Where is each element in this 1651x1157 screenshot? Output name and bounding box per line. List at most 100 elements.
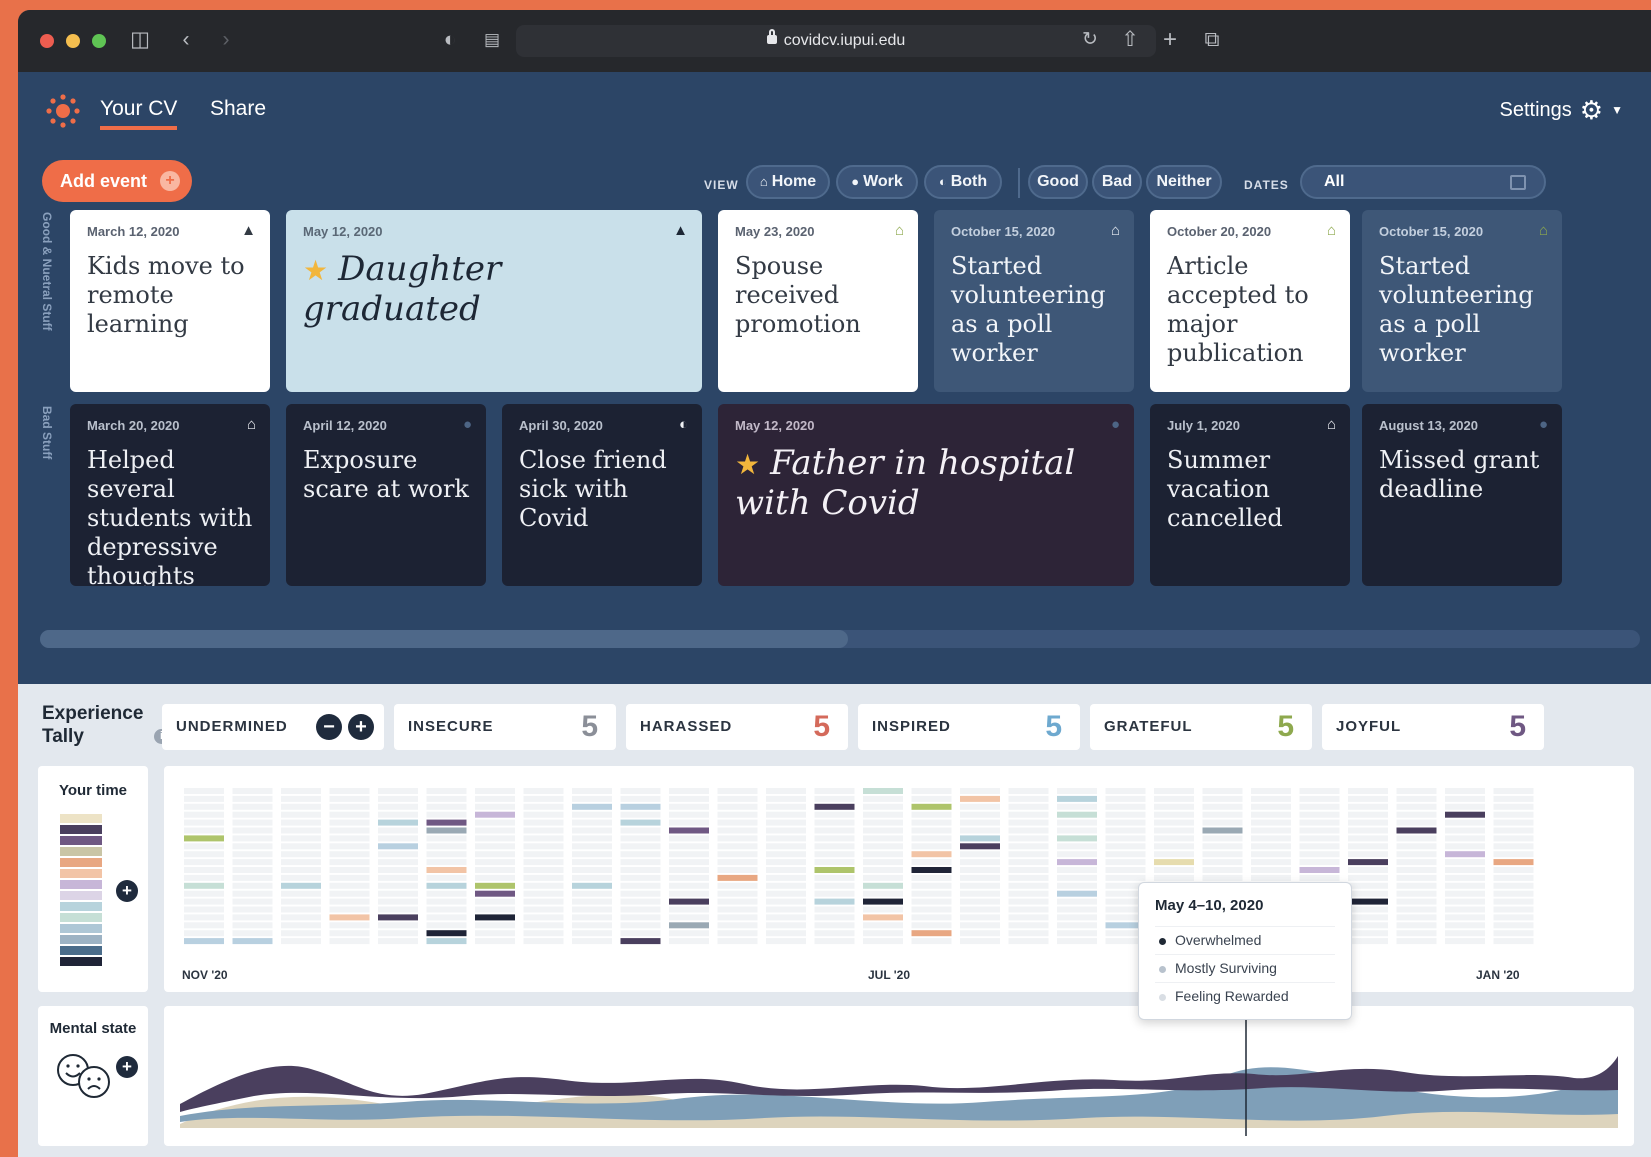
filter-good-button[interactable]: Good bbox=[1028, 165, 1088, 199]
reload-icon[interactable]: ↻ bbox=[1076, 26, 1104, 54]
heatmap-cell bbox=[378, 851, 418, 858]
heatmap-cell bbox=[426, 930, 467, 937]
forward-icon[interactable]: › bbox=[212, 26, 240, 54]
event-card[interactable]: April 12, 2020 ● Exposure scare at work bbox=[286, 404, 486, 586]
minimize-window-button[interactable] bbox=[66, 34, 80, 48]
event-card[interactable]: October 15, 2020 ⌂ Started volunteering … bbox=[934, 210, 1134, 392]
scrollbar-thumb[interactable] bbox=[40, 630, 848, 648]
address-bar[interactable]: covidcv.iupui.edu bbox=[516, 25, 1156, 57]
tally-joyful[interactable]: JOYFUL 5 bbox=[1322, 704, 1544, 750]
event-card[interactable]: March 20, 2020 ⌂ Helped several students… bbox=[70, 404, 270, 586]
heatmap-cell bbox=[523, 882, 564, 889]
heatmap-cell bbox=[184, 882, 224, 889]
heatmap-cell bbox=[232, 827, 273, 834]
back-icon[interactable]: ‹ bbox=[172, 26, 200, 54]
heatmap-cell bbox=[329, 843, 370, 850]
tab-share[interactable]: Share bbox=[210, 94, 266, 124]
heatmap-cell bbox=[863, 843, 903, 850]
heatmap-cell bbox=[669, 898, 709, 905]
event-card[interactable]: October 20, 2020 ⌂ Article accepted to m… bbox=[1150, 210, 1350, 392]
add-mental-state-button[interactable]: + bbox=[116, 1056, 138, 1078]
heatmap-cell bbox=[281, 859, 321, 866]
heatmap-cell bbox=[1445, 835, 1485, 842]
heatmap-cell bbox=[863, 819, 903, 826]
mental-state-stream[interactable] bbox=[164, 1006, 1634, 1146]
heatmap-cell bbox=[766, 874, 806, 881]
heatmap-cell bbox=[329, 811, 370, 818]
heatmap-cell bbox=[717, 851, 758, 858]
new-tab-icon[interactable]: + bbox=[1156, 26, 1184, 54]
settings-menu[interactable]: Settings ⚙ ▼ bbox=[1500, 96, 1623, 124]
legend-swatch bbox=[60, 902, 102, 911]
heatmap-cell bbox=[572, 874, 612, 881]
sidebar-toggle-icon[interactable]: ◫ bbox=[126, 26, 154, 54]
browser-window: ◫ ‹ › ◐ ▤ covidcv.iupui.edu ↻ ⇧ + ⧉ Your… bbox=[18, 10, 1651, 1157]
tally-insecure[interactable]: INSECURE 5 bbox=[394, 704, 616, 750]
heatmap-cell bbox=[1057, 835, 1097, 842]
share-icon[interactable]: ⇧ bbox=[1116, 26, 1144, 54]
event-card[interactable]: May 23, 2020 ⌂ Spouse received promotion bbox=[718, 210, 918, 392]
home-icon: ⌂ bbox=[894, 222, 904, 239]
add-event-button[interactable]: Add event + bbox=[42, 160, 192, 202]
heatmap-cell bbox=[766, 819, 806, 826]
heatmap-cell bbox=[1008, 874, 1049, 881]
heatmap-cell bbox=[1299, 874, 1340, 881]
filter-bad-button[interactable]: Bad bbox=[1092, 165, 1142, 199]
heatmap-cell bbox=[329, 867, 370, 873]
heatmap-cell bbox=[329, 906, 370, 913]
heatmap-cell bbox=[911, 811, 952, 818]
filter-neither-button[interactable]: Neither bbox=[1146, 165, 1222, 199]
heatmap-cell bbox=[863, 788, 903, 794]
event-card[interactable]: October 15, 2020 ⌂ Started volunteering … bbox=[1362, 210, 1562, 392]
decrement-button[interactable]: − bbox=[316, 714, 342, 740]
increment-button[interactable]: + bbox=[348, 714, 374, 740]
heatmap-cell bbox=[1396, 882, 1437, 889]
heatmap-cell bbox=[232, 906, 273, 913]
heatmap-cell bbox=[184, 914, 224, 921]
heatmap-cell bbox=[1057, 938, 1097, 945]
event-card-starred[interactable]: May 12, 2020 ● ★ Father in hospital with … bbox=[718, 404, 1134, 586]
dates-select[interactable]: All bbox=[1300, 165, 1546, 199]
heatmap-cell bbox=[281, 914, 321, 921]
heatmap-cell bbox=[814, 827, 855, 834]
legend-swatch bbox=[60, 814, 102, 823]
heatmap-cell bbox=[378, 890, 418, 897]
view-home-button[interactable]: ⌂ Home bbox=[746, 165, 830, 199]
heatmap-cell bbox=[960, 882, 1000, 889]
tally-harassed[interactable]: HARASSED 5 bbox=[626, 704, 848, 750]
heatmap-cell bbox=[766, 851, 806, 858]
add-time-button[interactable]: + bbox=[116, 880, 138, 902]
heatmap-cell bbox=[669, 930, 709, 937]
event-card[interactable]: August 13, 2020 ● Missed grant deadline bbox=[1362, 404, 1562, 586]
event-card-starred[interactable]: May 12, 2020 ▲ ★ Daughter graduated bbox=[286, 210, 702, 392]
heatmap-cell bbox=[426, 835, 467, 842]
reader-icon[interactable]: ▤ bbox=[478, 26, 506, 54]
heatmap-cell bbox=[572, 803, 612, 810]
heatmap-cell bbox=[814, 867, 855, 873]
tally-inspired[interactable]: INSPIRED 5 bbox=[858, 704, 1080, 750]
heatmap-cell bbox=[232, 851, 273, 858]
view-both-button[interactable]: ◐ Both bbox=[924, 165, 1002, 199]
view-work-button[interactable]: ● Work bbox=[836, 165, 918, 199]
event-card[interactable]: April 30, 2020 ◐ Close friend sick with … bbox=[502, 404, 702, 586]
heatmap-cell bbox=[281, 835, 321, 842]
heatmap-cell bbox=[1299, 788, 1340, 794]
horizontal-scrollbar[interactable] bbox=[40, 630, 1640, 648]
heatmap-cell bbox=[475, 938, 515, 945]
shield-icon[interactable]: ◐ bbox=[436, 26, 464, 54]
heatmap-cell bbox=[378, 819, 418, 826]
tally-grateful[interactable]: GRATEFUL 5 bbox=[1090, 704, 1312, 750]
tally-undermined[interactable]: UNDERMINED − + bbox=[162, 704, 384, 750]
tabs-overview-icon[interactable]: ⧉ bbox=[1198, 26, 1226, 54]
timeline-heatmap[interactable]: NOV '20 JUL '20 JAN '20 bbox=[164, 766, 1634, 992]
heatmap-cell bbox=[863, 882, 903, 889]
heatmap-cell bbox=[378, 803, 418, 810]
heatmap-cell bbox=[1154, 874, 1194, 881]
event-card[interactable]: July 1, 2020 ⌂ Summer vacation cancelled bbox=[1150, 404, 1350, 586]
tab-your-cv[interactable]: Your CV bbox=[100, 94, 178, 130]
heatmap-cell bbox=[620, 788, 661, 794]
heatmap-cell bbox=[911, 859, 952, 866]
close-window-button[interactable] bbox=[40, 34, 54, 48]
maximize-window-button[interactable] bbox=[92, 34, 106, 48]
event-card[interactable]: March 12, 2020 ▲ Kids move to remote lea… bbox=[70, 210, 270, 392]
